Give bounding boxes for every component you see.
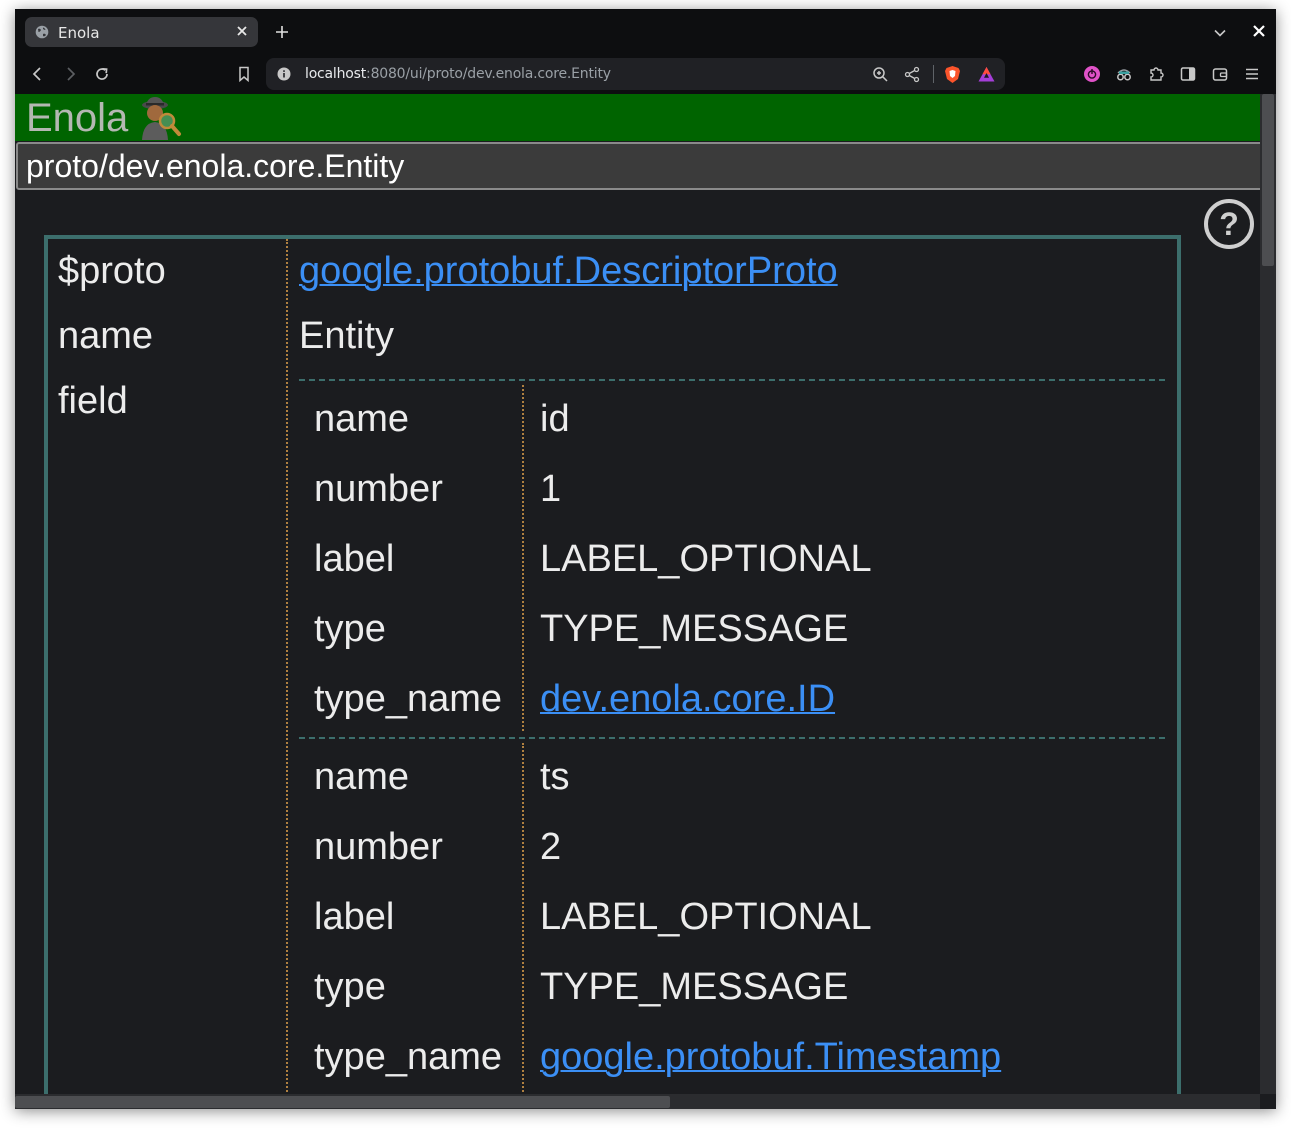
plus-icon[interactable] [273, 23, 291, 41]
horizontal-scrollbar[interactable] [15, 1094, 1260, 1109]
browser-toolbar: localhost:8080/ui/proto/dev.enola.core.E… [15, 55, 1276, 94]
field-label-label: label [314, 538, 395, 580]
reload-icon[interactable] [93, 65, 111, 83]
field-name-label: name [314, 756, 410, 798]
field-type-value: TYPE_MESSAGE [540, 608, 849, 650]
chevron-down-icon[interactable] [1213, 26, 1227, 40]
field-type-name-label: type_name [314, 678, 503, 720]
bookmark-icon[interactable] [235, 65, 253, 83]
field-number-value: 2 [540, 826, 562, 868]
field-label-value: LABEL_OPTIONAL [540, 538, 872, 580]
label-field: field [58, 380, 128, 422]
field-type-label: type [314, 966, 386, 1008]
field-separator [299, 379, 1165, 381]
private-icon[interactable] [1115, 65, 1133, 83]
brave-shield-icon[interactable] [943, 65, 962, 84]
proto-type-link[interactable]: google.protobuf.DescriptorProto [299, 250, 838, 292]
back-icon[interactable] [29, 65, 47, 83]
field-name-value: id [540, 398, 570, 440]
field-type-value: TYPE_MESSAGE [540, 966, 849, 1008]
field-type-name-value: dev.enola.core.ID [540, 677, 835, 721]
close-icon[interactable] [234, 23, 250, 39]
browser-window: Enola localhost:8080/ui/proto/dev.enola.… [15, 9, 1276, 1109]
help-glyph: ? [1219, 206, 1239, 242]
field-type-label: type [314, 608, 386, 650]
vertical-scroll-thumb[interactable] [1262, 94, 1274, 266]
zoom-icon[interactable] [872, 66, 889, 83]
type-name-link[interactable]: dev.enola.core.ID [540, 678, 835, 720]
horizontal-scroll-thumb[interactable] [15, 1096, 670, 1108]
field-label-label: label [314, 896, 395, 938]
field-number-value: 1 [540, 468, 562, 510]
window-close-icon[interactable] [1252, 24, 1266, 38]
vpn-icon[interactable] [1083, 65, 1101, 83]
label-name: name [58, 315, 154, 357]
globe-icon [35, 25, 49, 39]
info-icon[interactable] [277, 67, 291, 81]
app-title: Enola [26, 96, 129, 140]
field-separator [299, 737, 1165, 739]
page-content: Enola ? $proto name field google. [15, 94, 1260, 1094]
column-divider [286, 239, 288, 1094]
field-name-label: name [314, 398, 410, 440]
field-name-value: ts [540, 756, 570, 798]
field-number-label: number [314, 468, 443, 510]
url-path: :8080/ui/proto/dev.enola.core.Entity [366, 66, 611, 82]
brave-rewards-icon[interactable] [977, 65, 996, 84]
share-icon[interactable] [904, 66, 921, 83]
tab-strip: Enola [15, 9, 1276, 55]
record-card: $proto name field google.protobuf.Descri… [44, 235, 1181, 1094]
label-proto: $proto [58, 250, 166, 292]
tab-title: Enola [58, 24, 100, 42]
sidebar-icon[interactable] [1179, 65, 1197, 83]
name-value: Entity [299, 315, 395, 357]
detective-icon [142, 97, 181, 140]
proto-value: google.protobuf.DescriptorProto [299, 249, 838, 293]
field-label-value: LABEL_OPTIONAL [540, 896, 872, 938]
app-header: Enola [15, 94, 1260, 141]
type-name-link[interactable]: google.protobuf.Timestamp [540, 1036, 1001, 1078]
forward-icon[interactable] [61, 65, 79, 83]
url-host: localhost [305, 66, 367, 82]
address-bar[interactable]: localhost:8080/ui/proto/dev.enola.core.E… [266, 58, 1005, 90]
url-text[interactable]: localhost:8080/ui/proto/dev.enola.core.E… [305, 66, 611, 82]
field-type-name-label: type_name [314, 1036, 503, 1078]
field-type-name-value: google.protobuf.Timestamp [540, 1035, 1001, 1079]
tab-enola[interactable]: Enola [25, 17, 258, 47]
field-number-label: number [314, 826, 443, 868]
field-column-divider [522, 385, 524, 731]
vertical-scrollbar[interactable] [1260, 94, 1276, 1094]
extensions-icon[interactable] [1147, 65, 1165, 83]
field-column-divider [522, 743, 524, 1094]
menu-icon[interactable] [1243, 65, 1261, 83]
help-icon[interactable]: ? [1203, 198, 1255, 250]
search-input[interactable] [16, 142, 1260, 190]
url-separator [933, 65, 934, 83]
wallet-icon[interactable] [1211, 65, 1229, 83]
